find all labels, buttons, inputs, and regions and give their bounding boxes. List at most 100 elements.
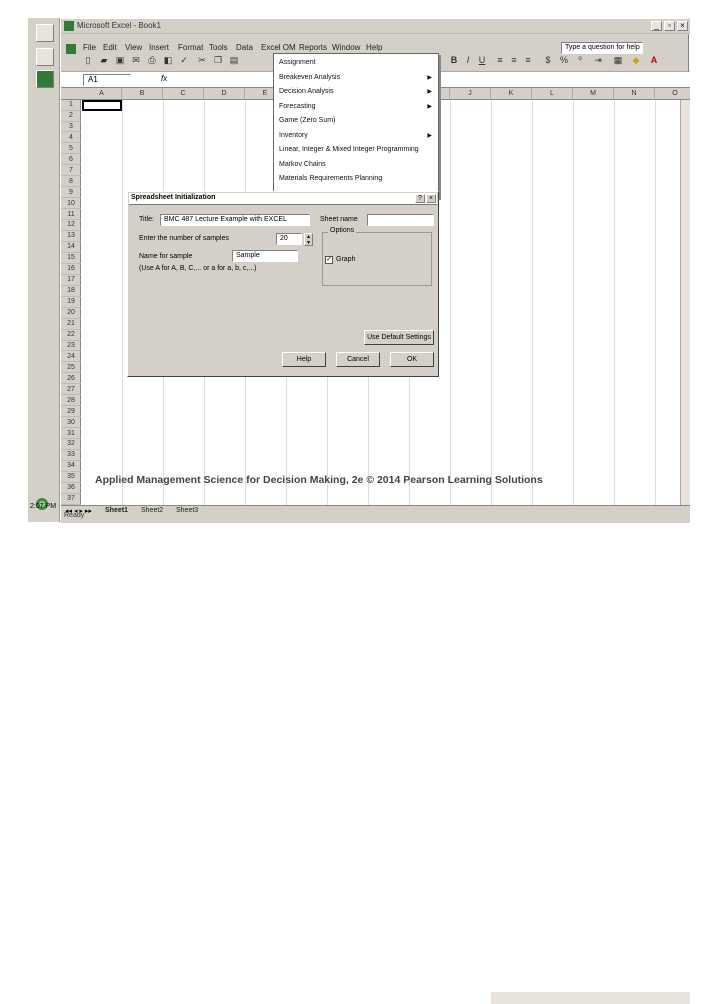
taskbar-button-1[interactable] [36,24,54,42]
name-input[interactable]: Sample [232,250,298,262]
row-header[interactable]: 15 [61,253,81,264]
column-header[interactable]: L [532,88,573,100]
name-box[interactable]: A1 [83,74,131,86]
column-header[interactable]: K [491,88,532,100]
maximize-button[interactable]: ▫ [664,21,675,31]
row-header[interactable]: 5 [61,144,81,155]
title-input[interactable]: BMC 487 Lecture Example with EXCEL [160,214,310,226]
row-header[interactable]: 35 [61,472,81,483]
help-button[interactable]: Help [282,352,326,367]
bold-icon[interactable]: B [447,53,461,67]
excel-om-menu-item[interactable]: Decision Analysis ▶ [278,85,436,100]
row-header[interactable]: 1 [61,100,81,111]
excel-om-menu-item[interactable]: Forecasting ▶ [278,100,436,115]
copy-icon[interactable]: ❐ [211,53,225,67]
excel-om-menu-item[interactable]: Materials Requirements Planning [278,172,436,187]
spinner-down-icon[interactable]: ▼ [305,240,312,246]
sheet-name-input[interactable] [367,214,434,226]
spelling-icon[interactable]: ✓ [177,53,191,67]
new-icon[interactable]: ▯ [81,53,95,67]
open-icon[interactable]: ▰ [97,53,111,67]
row-header[interactable]: 7 [61,166,81,177]
borders-icon[interactable]: ▦ [611,53,625,67]
align-center-icon[interactable]: ≡ [507,53,521,67]
row-header[interactable]: 22 [61,330,81,341]
column-header[interactable]: N [614,88,655,100]
column-header[interactable]: A [82,88,122,100]
excel-om-menu-item[interactable]: Inventory ▶ [278,129,436,144]
column-header[interactable]: M [573,88,614,100]
excel-om-menu-item[interactable]: Game (Zero Sum) [278,114,436,129]
column-header[interactable]: D [204,88,245,100]
mail-icon[interactable]: ✉ [129,53,143,67]
row-header[interactable]: 3 [61,122,81,133]
row-header[interactable]: 33 [61,450,81,461]
row-header[interactable]: 17 [61,275,81,286]
align-left-icon[interactable]: ≡ [493,53,507,67]
samples-input[interactable]: 20 [276,233,302,245]
row-header[interactable]: 34 [61,461,81,472]
row-header[interactable]: 29 [61,407,81,418]
sheet-tab-1[interactable]: Sheet1 [105,507,128,514]
underline-icon[interactable]: U [475,53,489,67]
close-button[interactable]: × [677,21,688,31]
column-header[interactable]: B [122,88,163,100]
horizontal-scrollbar[interactable] [491,992,690,1004]
excel-om-menu-item[interactable]: Breakeven Analysis ▶ [278,71,436,86]
use-default-settings-button[interactable]: Use Default Settings [364,330,434,345]
row-header[interactable]: 37 [61,494,81,505]
row-header[interactable]: 32 [61,439,81,451]
row-header[interactable]: 16 [61,264,81,275]
active-cell[interactable] [82,100,122,111]
cut-icon[interactable]: ✂ [195,53,209,67]
row-header[interactable]: 13 [61,231,81,242]
indent-icon[interactable]: ⇥ [591,53,605,67]
save-icon[interactable]: ▣ [113,53,127,67]
row-header[interactable]: 19 [61,297,81,308]
excel-om-menu-item[interactable]: Linear, Integer & Mixed Integer Programm… [278,143,436,158]
dialog-help-button[interactable]: ? [415,194,425,203]
row-header[interactable]: 23 [61,341,81,352]
column-header[interactable]: J [450,88,491,100]
row-header[interactable]: 4 [61,133,81,144]
row-header[interactable]: 9 [61,188,81,199]
taskbar-button-2[interactable] [36,48,54,66]
graph-checkbox[interactable]: ✓ [325,256,333,264]
row-header[interactable]: 10 [61,199,81,210]
row-header[interactable]: 11 [61,210,81,221]
column-header[interactable]: C [163,88,204,100]
align-right-icon[interactable]: ≡ [521,53,535,67]
cancel-button[interactable]: Cancel [336,352,380,367]
row-header[interactable]: 36 [61,483,81,494]
row-header[interactable]: 12 [61,220,81,232]
ok-button[interactable]: OK [390,352,434,367]
samples-spinner[interactable]: ▲ ▼ [304,233,313,246]
fill-color-icon[interactable]: ◆ [629,53,643,67]
excel-om-menu-item[interactable]: Markov Chains [278,158,436,173]
row-header[interactable]: 30 [61,418,81,429]
row-header[interactable]: 31 [61,429,81,440]
row-header[interactable]: 20 [61,308,81,319]
row-header[interactable]: 18 [61,286,81,297]
preview-icon[interactable]: ◧ [161,53,175,67]
font-color-icon[interactable]: A [647,53,661,67]
row-header[interactable]: 26 [61,374,81,385]
column-header[interactable]: O [655,88,690,100]
row-header[interactable]: 14 [61,242,81,253]
row-header[interactable]: 21 [61,319,81,330]
fx-icon[interactable]: fx [161,74,167,83]
currency-icon[interactable]: $ [541,53,555,67]
row-header[interactable]: 27 [61,385,81,396]
percent-icon[interactable]: % [557,53,571,67]
row-header[interactable]: 24 [61,352,81,363]
row-header[interactable]: 8 [61,177,81,188]
row-header[interactable]: 6 [61,155,81,166]
row-header[interactable]: 25 [61,363,81,374]
row-header[interactable]: 2 [61,111,81,122]
vertical-scrollbar[interactable] [680,100,690,505]
row-header[interactable]: 28 [61,396,81,407]
decimal-icon[interactable]: ⁰ [573,53,587,67]
paste-icon[interactable]: ▤ [227,53,241,67]
taskbar-excel-button[interactable] [36,70,54,88]
sheet-tab-3[interactable]: Sheet3 [176,507,198,514]
